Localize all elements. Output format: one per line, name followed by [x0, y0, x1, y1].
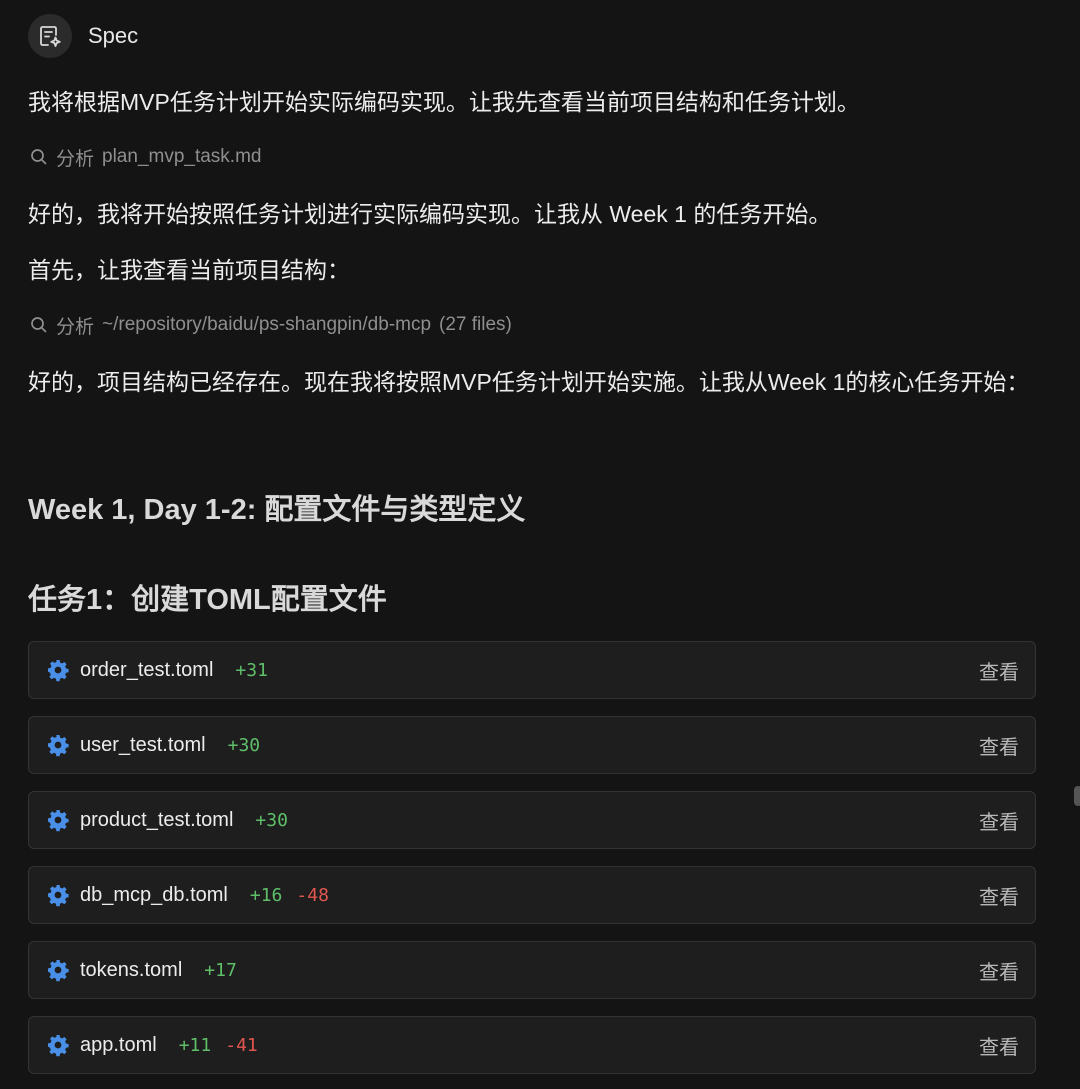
- file-row[interactable]: user_test.toml +30 查看: [28, 716, 1036, 774]
- view-button[interactable]: 查看: [979, 956, 1019, 985]
- search-icon: [31, 149, 47, 165]
- tool-target: plan_mvp_task.md: [102, 146, 262, 167]
- heading-week: Week 1, Day 1-2: 配置文件与类型定义: [28, 494, 526, 526]
- spec-title: Spec: [88, 23, 139, 48]
- file-row[interactable]: product_test.toml +30 查看: [28, 791, 1036, 849]
- gear-icon: [46, 958, 70, 982]
- file-row[interactable]: order_test.toml +31 查看: [28, 641, 1036, 699]
- tool-verb: 分析: [56, 316, 95, 338]
- search-icon: [31, 317, 47, 333]
- file-name: db_mcp_db.toml: [80, 883, 228, 906]
- gear-icon: [46, 658, 70, 682]
- view-button[interactable]: 查看: [979, 806, 1019, 835]
- tool-target: ~/repository/baidu/ps-shangpin/db-mcp: [102, 314, 432, 335]
- lines-added: +11: [178, 1034, 212, 1056]
- tool-file-count: (27 files): [439, 314, 512, 335]
- message-p3: 首先，让我查看当前项目结构：: [28, 257, 350, 283]
- tool-analyze-plan[interactable]: 分析 plan_mvp_task.md: [30, 142, 261, 172]
- view-button[interactable]: 查看: [979, 881, 1019, 910]
- heading-task: 任务1：创建TOML配置文件: [28, 584, 387, 616]
- spec-document-icon: [28, 14, 72, 58]
- file-name: app.toml: [80, 1033, 157, 1056]
- lines-added: +17: [204, 959, 237, 981]
- gear-icon: [46, 733, 70, 757]
- lines-added: +30: [255, 809, 288, 831]
- tool-analyze-repo[interactable]: 分析 ~/repository/baidu/ps-shangpin/db-mcp…: [30, 310, 512, 340]
- gear-icon: [46, 808, 70, 832]
- gear-icon: [46, 1033, 70, 1057]
- file-row[interactable]: tokens.toml +17 查看: [28, 941, 1036, 999]
- lines-added: +31: [235, 659, 268, 681]
- view-button[interactable]: 查看: [979, 656, 1019, 685]
- spec-header: Spec: [28, 14, 138, 58]
- view-button[interactable]: 查看: [979, 731, 1019, 760]
- lines-removed: -41: [225, 1034, 258, 1056]
- file-row[interactable]: app.toml +11 -41 查看: [28, 1016, 1036, 1074]
- message-p2: 好的，我将开始按照任务计划进行实际编码实现。让我从 Week 1 的任务开始。: [28, 201, 832, 227]
- file-name: tokens.toml: [80, 958, 183, 981]
- message-p4: 好的，项目结构已经存在。现在我将按照MVP任务计划开始实施。让我从Week 1的…: [28, 369, 1030, 395]
- tool-verb: 分析: [56, 148, 95, 170]
- scrollbar-thumb[interactable]: [1074, 786, 1080, 806]
- lines-removed: -48: [296, 884, 329, 906]
- file-row[interactable]: db_mcp_db.toml +16 -48 查看: [28, 866, 1036, 924]
- view-button[interactable]: 查看: [979, 1031, 1019, 1060]
- file-name: user_test.toml: [80, 733, 206, 756]
- file-name: order_test.toml: [80, 658, 214, 681]
- file-name: product_test.toml: [80, 808, 234, 831]
- message-intro: 我将根据MVP任务计划开始实际编码实现。让我先查看当前项目结构和任务计划。: [28, 89, 860, 115]
- lines-added: +30: [227, 734, 261, 756]
- gear-icon: [46, 883, 70, 907]
- lines-added: +16: [249, 884, 283, 906]
